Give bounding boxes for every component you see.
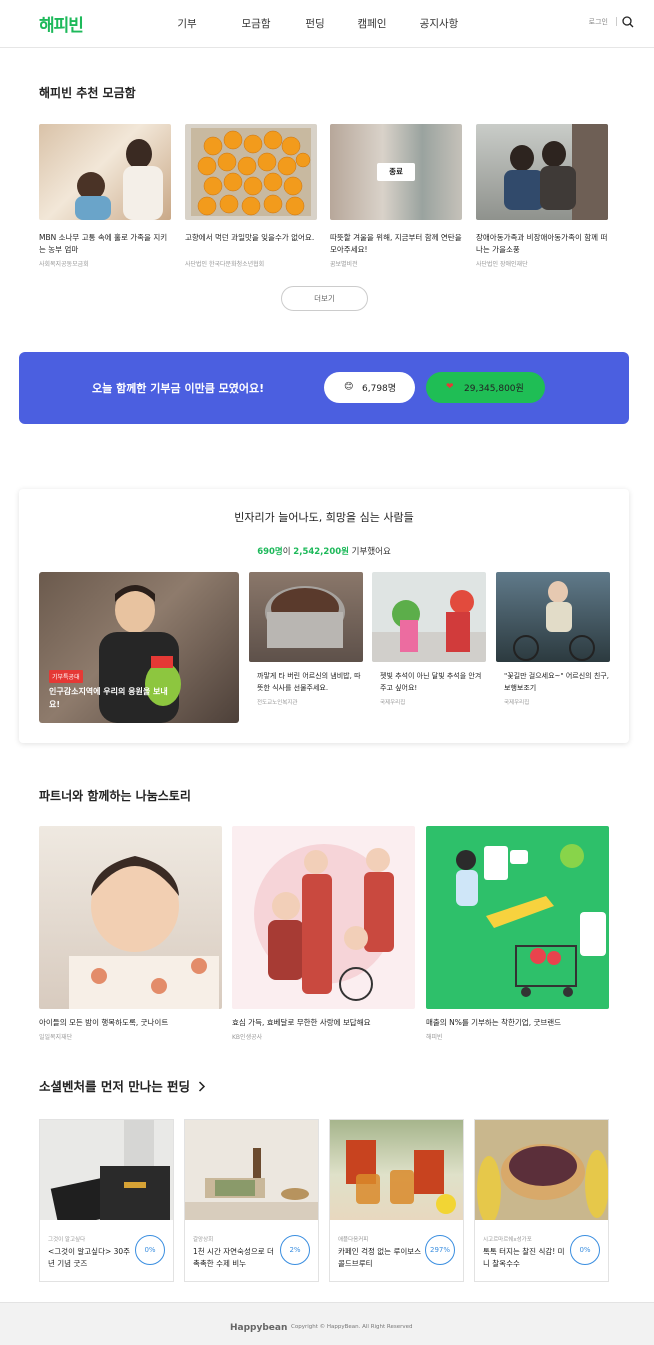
- donation-amount: 29,345,800원: [464, 384, 524, 394]
- amount-pill: ❤ 29,345,800원: [426, 372, 545, 403]
- funding-image: [330, 1120, 463, 1220]
- funding-percent: 297%: [425, 1235, 455, 1265]
- divider: [616, 17, 617, 26]
- nav-donate[interactable]: 기부: [170, 16, 204, 31]
- campaign-title: 빈자리가 늘어나도, 희망을 심는 사람들: [234, 511, 414, 524]
- ended-badge: 종료: [377, 163, 415, 181]
- campaign-card-title: "꽃길만 걸으세요~" 어르신의 친구, 보행보조기: [504, 672, 609, 692]
- funding-org: 애플다음커피: [338, 1237, 369, 1243]
- funding-card-title: 1천 시간 자연숙성으로 더 촉촉한 수제 비누: [193, 1247, 274, 1268]
- header: 해피빈 기부 모금함 펀딩 캠페인 공지사항 로그인: [0, 0, 654, 48]
- footer-logo: Happybean: [230, 1323, 288, 1333]
- nav-campaign[interactable]: 캠페인: [346, 16, 398, 31]
- rec-image: [185, 124, 317, 220]
- people-count: 6,798명: [362, 384, 397, 394]
- main-nav: 기부 모금함 펀딩 캠페인 공지사항: [170, 16, 469, 31]
- campaign-card[interactable]: 까맣게 타 버린 어르신의 냄비밥, 따뜻한 식사를 선물주세요. 전도교노인복…: [249, 572, 363, 706]
- funding-image: [40, 1120, 173, 1220]
- stat-people: 690명: [257, 547, 283, 557]
- funding-title-text: 소셜벤처를 먼저 만나는 펀딩: [39, 1079, 191, 1094]
- recommended-title: 해피빈 추천 모금함: [39, 86, 136, 100]
- rec-card[interactable]: 장애아동가족과 비장애아동가족이 함께 떠나는 가을소풍 사단법인 장애인재단: [476, 124, 608, 268]
- partner-card[interactable]: 효심 가득, 효베달로 무한한 사랑에 보답해요 KB인생공사: [232, 826, 415, 1041]
- stat-mid: 이: [282, 547, 294, 557]
- funding-org: 시고르마르쉐x성가포: [483, 1237, 532, 1243]
- search-icon[interactable]: [622, 16, 634, 28]
- more-button[interactable]: 더보기: [281, 286, 368, 311]
- rec-card[interactable]: MBN 소나무 고통 속에 홀로 가족을 지키는 농부 엄마 사회복지공동모금회: [39, 124, 171, 268]
- partner-card-org: 해피빈: [426, 1034, 443, 1041]
- funding-org: 갈앙상회: [193, 1237, 214, 1243]
- login-link[interactable]: 로그인: [589, 17, 608, 27]
- funding-card-title: 톡톡 터지는 찰진 식감! 미니 찰옥수수: [483, 1247, 565, 1268]
- funding-percent: 0%: [135, 1235, 165, 1265]
- partner-card[interactable]: 아이들의 모든 밤이 행복하도록, 굿나이트 일일복지재단: [39, 826, 222, 1041]
- nav-funding[interactable]: 펀딩: [295, 16, 335, 31]
- footer: Happybean Copyright © HappyBean. All Rig…: [0, 1302, 654, 1345]
- campaign-card-org: 국제우리집: [380, 700, 406, 706]
- campaign-image: [496, 572, 610, 662]
- funding-card-title: <그것이 알고싶다> 30주년 기념 굿즈: [48, 1247, 131, 1268]
- rec-org: 사단법인 장애인재단: [476, 261, 528, 268]
- funding-image: [185, 1120, 318, 1220]
- rec-card[interactable]: 고향에서 먹던 과일맛을 잊을수가 없어요. 사단법인 한국다문화청소년협회: [185, 124, 317, 268]
- campaign-badge: 기부특공대: [49, 670, 83, 683]
- rec-org: 꿈보별비전: [330, 261, 358, 268]
- nav-notice[interactable]: 공지사항: [409, 16, 469, 31]
- partner-card-title: 매출의 N%를 기부하는 착한기업, 굿브랜드: [426, 1018, 562, 1027]
- campaign-box: 빈자리가 늘어나도, 희망을 심는 사람들 690명이 2,542,200원 기…: [19, 489, 629, 743]
- people-count-pill: 😊 6,798명: [324, 372, 415, 403]
- partner-image: [232, 826, 415, 1009]
- rec-card[interactable]: 종료 따뜻할 겨울을 위해, 지금부터 함께 연탄을 모아주세요! 꿈보별비전: [330, 124, 462, 268]
- campaign-card-org: 전도교노인복지관: [257, 700, 298, 706]
- partner-title: 파트너와 함께하는 나눔스토리: [39, 789, 191, 803]
- donation-banner: 오늘 함께한 기부금 이만큼 모였어요! 😊 6,798명 ❤ 29,345,8…: [19, 352, 629, 424]
- nav-fundraising[interactable]: 모금함: [228, 16, 284, 31]
- partner-image: [39, 826, 222, 1009]
- campaign-main-card[interactable]: 기부특공대 인구감소지역에 우리의 응원을 보내요!: [39, 572, 239, 723]
- campaign-image: [249, 572, 363, 662]
- funding-card[interactable]: 갈앙상회 1천 시간 자연숙성으로 더 촉촉한 수제 비누 2%: [184, 1119, 319, 1282]
- smile-icon: 😊: [344, 382, 354, 392]
- rec-title: 장애아동가족과 비장애아동가족이 함께 떠나는 가을소풍: [476, 233, 608, 254]
- partner-card[interactable]: 매출의 N%를 기부하는 착한기업, 굿브랜드 해피빈: [426, 826, 609, 1041]
- rec-title: 고향에서 먹던 과일맛을 잊을수가 없어요.: [185, 233, 315, 242]
- funding-percent: 2%: [280, 1235, 310, 1265]
- funding-card[interactable]: 애플다음커피 카페인 걱정 없는 루이보스 콜드브루티 297%: [329, 1119, 464, 1282]
- rec-image: [39, 124, 171, 220]
- partner-image: [426, 826, 609, 1009]
- funding-org: 그것이 알고싶다: [48, 1237, 86, 1243]
- footer-copyright: Copyright © HappyBean. All Right Reserve…: [291, 1324, 413, 1330]
- banner-text: 오늘 함께한 기부금 이만큼 모였어요!: [92, 382, 265, 395]
- campaign-card-org: 국제우리집: [504, 700, 530, 706]
- rec-org: 사단법인 한국다문화청소년협회: [185, 261, 265, 268]
- partner-card-org: KB인생공사: [232, 1034, 263, 1041]
- rec-title: 따뜻할 겨울을 위해, 지금부터 함께 연탄을 모아주세요!: [330, 233, 462, 254]
- funding-title[interactable]: 소셜벤처를 먼저 만나는 펀딩: [39, 1076, 206, 1095]
- chevron-right-icon: [199, 1081, 206, 1092]
- partner-card-org: 일일복지재단: [39, 1034, 73, 1041]
- stat-tail: 기부했어요: [348, 547, 391, 557]
- campaign-stat: 690명이 2,542,200원 기부했어요: [19, 545, 629, 557]
- campaign-card[interactable]: "꽃길만 걸으세요~" 어르신의 친구, 보행보조기 국제우리집: [496, 572, 610, 706]
- partner-card-title: 아이들의 모든 밤이 행복하도록, 굿나이트: [39, 1018, 169, 1027]
- partner-card-title: 효심 가득, 효베달로 무한한 사랑에 보답해요: [232, 1018, 371, 1027]
- rec-org: 사회복지공동모금회: [39, 261, 89, 268]
- funding-image: [475, 1120, 608, 1220]
- funding-card[interactable]: 시고르마르쉐x성가포 톡톡 터지는 찰진 식감! 미니 찰옥수수 0%: [474, 1119, 609, 1282]
- funding-percent: 0%: [570, 1235, 600, 1265]
- logo[interactable]: 해피빈: [39, 11, 84, 36]
- funding-card[interactable]: 그것이 알고싶다 <그것이 알고싶다> 30주년 기념 굿즈 0%: [39, 1119, 174, 1282]
- heart-icon: ❤: [446, 382, 454, 392]
- campaign-main-text: 인구감소지역에 우리의 응원을 보내요!: [49, 687, 168, 709]
- rec-image: [476, 124, 608, 220]
- rec-image: 종료: [330, 124, 462, 220]
- stat-amount: 2,542,200원: [293, 547, 349, 557]
- campaign-card-title: 까맣게 타 버린 어르신의 냄비밥, 따뜻한 식사를 선물주세요.: [257, 672, 361, 692]
- rec-title: MBN 소나무 고통 속에 홀로 가족을 지키는 농부 엄마: [39, 233, 168, 254]
- campaign-card[interactable]: 젯빛 추석이 아닌 달빛 추석을 안겨 주고 싶어요! 국제우리집: [372, 572, 486, 706]
- campaign-card-title: 젯빛 추석이 아닌 달빛 추석을 안겨 주고 싶어요!: [380, 672, 482, 692]
- campaign-image: [372, 572, 486, 662]
- funding-card-title: 카페인 걱정 없는 루이보스 콜드브루티: [338, 1247, 422, 1268]
